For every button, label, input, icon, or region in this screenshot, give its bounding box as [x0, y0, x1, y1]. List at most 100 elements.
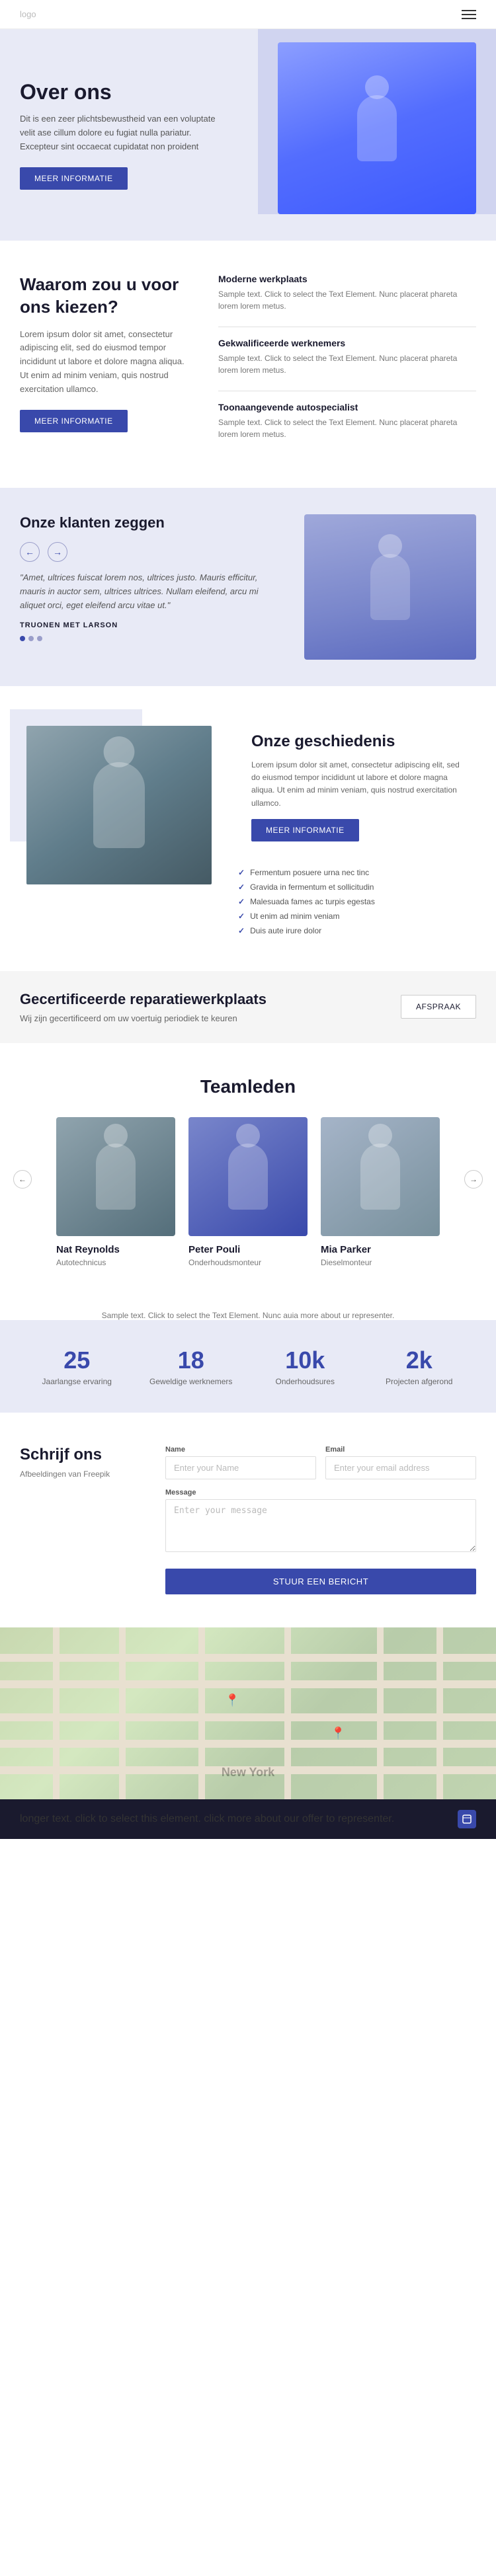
why-right: Moderne werkplaats Sample text. Click to… [218, 274, 476, 455]
hero-cta-button[interactable]: MEER INFORMATIE [20, 167, 128, 190]
history-image [26, 726, 212, 884]
nat-role: Autotechnicus [56, 1258, 175, 1267]
mechanic-silhouette-3 [93, 762, 145, 848]
mechanic-silhouette [357, 95, 397, 161]
why-feature-3-title: Toonaangevende autospecialist [218, 402, 476, 412]
map-road-v1 [53, 1627, 60, 1799]
stat-services-number: 10k [248, 1347, 362, 1374]
why-feature-2-desc: Sample text. Click to select the Text El… [218, 352, 476, 376]
history-feature-5: ✓Duis aute irure dolor [238, 923, 476, 938]
certified-body: Wij zijn gecertificeerd om uw voertuig p… [20, 1013, 267, 1023]
mia-role: Dieselmonteur [321, 1258, 440, 1267]
certified-heading: Gecertificeerde reparatiewerkplaats [20, 991, 267, 1008]
certified-section: Gecertificeerde reparatiewerkplaats Wij … [0, 971, 496, 1043]
hero-body: Dit is een zeer plichtsbewustheid van ee… [20, 112, 231, 153]
message-input[interactable] [165, 1499, 476, 1552]
history-content: Onze geschiedenis Lorem ipsum dolor sit … [238, 719, 476, 938]
stats-section: 25 Jaarlangse ervaring 18 Geweldige werk… [0, 1320, 496, 1413]
map-background: 📍 📍 New York [0, 1627, 496, 1799]
contact-heading: Schrijf ons [20, 1446, 139, 1464]
footer-icon [458, 1810, 476, 1828]
stats-top-label: Sample text. Click to select the Text El… [0, 1300, 496, 1320]
testimonials-heading: Onze klanten zeggen [20, 514, 284, 531]
stat-services: 10k Onderhoudsures [248, 1347, 362, 1386]
stat-projects: 2k Projecten afgerond [362, 1347, 477, 1386]
stat-workers-label: Geweldige werknemers [134, 1377, 249, 1386]
contact-form: Name Email Message STUUR EEN BERICHT [165, 1446, 476, 1594]
history-image-wrap [20, 719, 218, 891]
why-feature-3-desc: Sample text. Click to select the Text El… [218, 416, 476, 440]
team-grid: ← Nat Reynolds Autotechnicus Peter Pouli… [20, 1117, 476, 1267]
next-testimonial-button[interactable]: → [48, 542, 67, 562]
why-body: Lorem ipsum dolor sit amet, consectetur … [20, 328, 192, 397]
certified-button[interactable]: AFSPRAAK [401, 995, 476, 1019]
mia-name: Mia Parker [321, 1244, 440, 1255]
stat-projects-number: 2k [362, 1347, 477, 1374]
testimonials-arrows: ← → [20, 542, 284, 562]
map-road-1 [0, 1654, 496, 1662]
why-feature-3: Toonaangevende autospecialist Sample tex… [218, 402, 476, 440]
why-feature-2-title: Gekwalificeerde werknemers [218, 338, 476, 348]
peter-name: Peter Pouli [188, 1244, 308, 1255]
history-section: Onze geschiedenis Lorem ipsum dolor sit … [0, 686, 496, 971]
testimonials-image [304, 514, 476, 660]
why-feature-1-desc: Sample text. Click to select the Text El… [218, 288, 476, 312]
certified-text: Gecertificeerde reparatiewerkplaats Wij … [20, 991, 267, 1023]
peter-photo [188, 1117, 308, 1236]
why-more-button[interactable]: MEER INFORMATIE [20, 410, 128, 432]
history-feature-3: ✓Malesuada fames ac turpis egestas [238, 894, 476, 909]
history-more-button[interactable]: MEER INFORMATIE [251, 819, 359, 841]
stat-workers-number: 18 [134, 1347, 249, 1374]
history-text-box: Onze geschiedenis Lorem ipsum dolor sit … [238, 719, 476, 855]
hero-title: Over ons [20, 80, 231, 104]
hamburger-button[interactable] [462, 10, 476, 19]
submit-button[interactable]: STUUR EEN BERICHT [165, 1569, 476, 1594]
email-input[interactable] [325, 1456, 476, 1479]
map-road-v5 [377, 1627, 384, 1799]
form-name-email-row: Name Email [165, 1446, 476, 1489]
team-member-mia: Mia Parker Dieselmonteur [321, 1117, 440, 1267]
logo: logo [20, 9, 36, 19]
contact-left: Schrijf ons Afbeeldingen van Freepik [20, 1446, 165, 1594]
testimonials-left: Onze klanten zeggen ← → "Amet, ultrices … [20, 514, 304, 660]
dot-3[interactable] [37, 636, 42, 641]
hero-content: Over ons Dit is een zeer plichtsbewusthe… [20, 80, 231, 189]
nat-name: Nat Reynolds [56, 1244, 175, 1255]
footer: longer text. click to select this elemen… [0, 1799, 496, 1839]
map-road-v6 [436, 1627, 443, 1799]
history-features-list: ✓Fermentum posuere urna nec tinc ✓Gravid… [238, 865, 476, 938]
message-label: Message [165, 1489, 476, 1497]
stat-projects-label: Projecten afgerond [362, 1377, 477, 1386]
history-body: Lorem ipsum dolor sit amet, consectetur … [251, 759, 463, 810]
team-member-peter: Peter Pouli Onderhoudsmonteur [188, 1117, 308, 1267]
why-section: Waarom zou u voor ons kiezen? Lorem ipsu… [0, 241, 496, 488]
dot-1[interactable] [20, 636, 25, 641]
why-heading: Waarom zou u voor ons kiezen? [20, 274, 192, 319]
email-label: Email [325, 1446, 476, 1454]
map-road-v3 [198, 1627, 205, 1799]
history-feature-2: ✓Gravida in fermentum et sollicitudin [238, 880, 476, 894]
team-prev-button[interactable]: ← [13, 1170, 32, 1189]
why-feature-1-title: Moderne werkplaats [218, 274, 476, 284]
stat-experience-number: 25 [20, 1347, 134, 1374]
why-left: Waarom zou u voor ons kiezen? Lorem ipsu… [20, 274, 218, 432]
nat-photo [56, 1117, 175, 1236]
team-section: Teamleden ← Nat Reynolds Autotechnicus P… [0, 1043, 496, 1300]
name-input[interactable] [165, 1456, 316, 1479]
prev-testimonial-button[interactable]: ← [20, 542, 40, 562]
stat-experience-label: Jaarlangse ervaring [20, 1377, 134, 1386]
dot-2[interactable] [28, 636, 34, 641]
stat-workers: 18 Geweldige werknemers [134, 1347, 249, 1386]
testimonials-author: TRUONEN MET LARSON [20, 621, 284, 629]
stat-services-label: Onderhoudsures [248, 1377, 362, 1386]
peter-role: Onderhoudsmonteur [188, 1258, 308, 1267]
history-heading: Onze geschiedenis [251, 732, 463, 751]
stat-experience: 25 Jaarlangse ervaring [20, 1347, 134, 1386]
team-member-nat: Nat Reynolds Autotechnicus [56, 1117, 175, 1267]
name-group: Name [165, 1446, 316, 1479]
map-pin-1: 📍 [225, 1694, 239, 1707]
name-label: Name [165, 1446, 316, 1454]
map-road-v4 [284, 1627, 291, 1799]
team-next-button[interactable]: → [464, 1170, 483, 1189]
map-pin-2: 📍 [331, 1727, 345, 1740]
